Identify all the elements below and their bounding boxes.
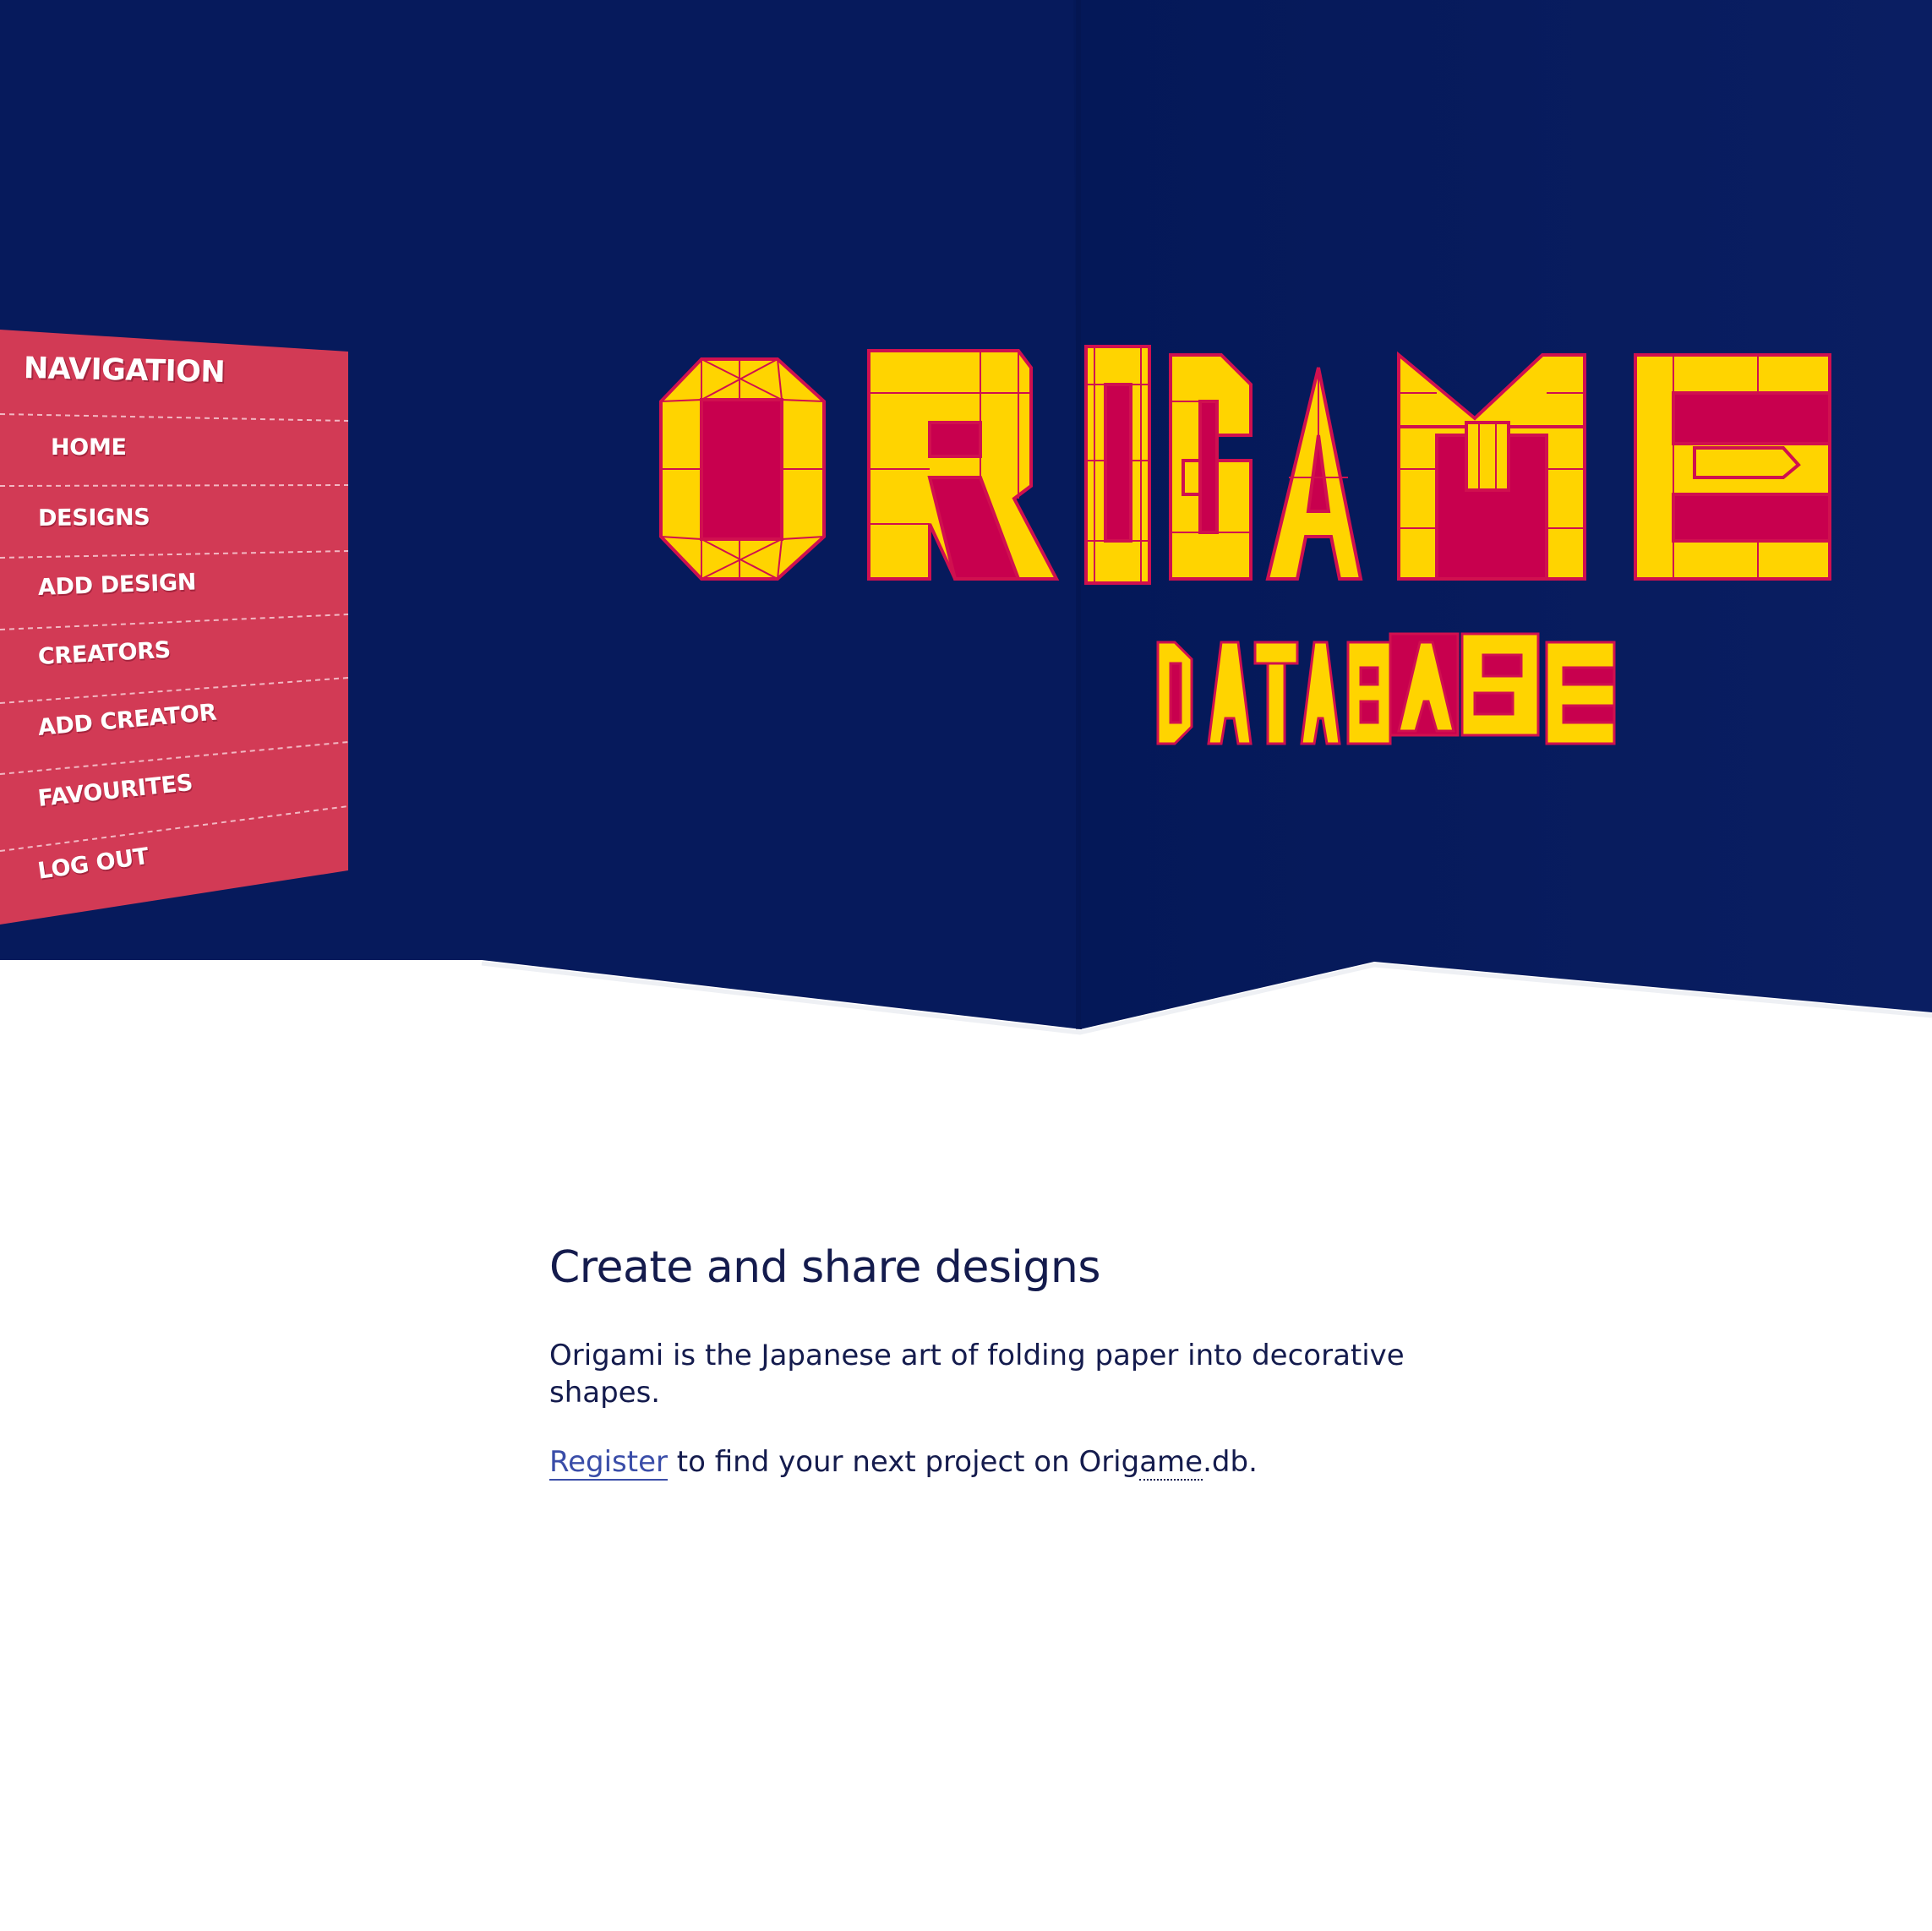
register-prompt: Register to find your next project on Or… [549, 1443, 1479, 1481]
navigation-panel: NAVIGATION HOME DESIGNS ADD DESIGN CREAT… [0, 330, 350, 930]
nav-item-label: DESIGNS [37, 504, 150, 532]
register-prompt-end: .db. [1203, 1445, 1258, 1479]
nav-item-add-design[interactable]: ADD DESIGN [37, 569, 196, 601]
section-heading: Create and share designs [549, 1242, 1100, 1293]
nav-item-label: ADD DESIGN [37, 569, 197, 601]
abbreviation: ame [1139, 1445, 1203, 1481]
origame-logo [659, 345, 1831, 745]
register-link[interactable]: Register [549, 1445, 668, 1481]
register-prompt-text: to find your next project on Orig [667, 1445, 1140, 1479]
navigation-panel-background [0, 330, 349, 925]
nav-item-home[interactable]: HOME [51, 434, 127, 461]
navigation-title: NAVIGATION [23, 352, 226, 390]
nav-item-label: HOME [51, 434, 127, 461]
intro-text: Origami is the Japanese art of folding p… [549, 1339, 1405, 1410]
page: NAVIGATION HOME DESIGNS ADD DESIGN CREAT… [0, 0, 1932, 1931]
intro-section: Create and share designs Origami is the … [549, 1242, 1479, 1513]
nav-item-designs[interactable]: DESIGNS [38, 505, 150, 532]
